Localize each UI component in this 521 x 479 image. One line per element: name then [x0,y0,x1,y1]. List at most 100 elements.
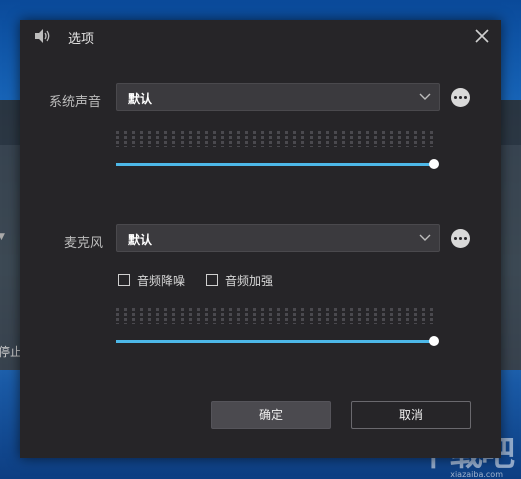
microphone-level-meter [116,308,434,324]
noise-reduction-label: 音频降噪 [137,274,186,288]
meter-segment [357,308,361,324]
meter-segment [204,131,208,147]
background-stop-label: 停止 [0,345,23,359]
microphone-value: 默认 [128,233,153,247]
meter-segment [301,131,305,147]
meter-segment [333,131,337,147]
meter-segment [277,308,281,324]
watermark-url: xiazaiba.com [450,470,503,479]
meter-segment [140,131,144,147]
meter-segment [180,308,184,324]
meter-segment [164,131,168,147]
meter-segment [261,308,265,324]
meter-segment [309,131,313,147]
meter-segment [245,131,248,147]
ok-button[interactable]: 确定 [211,401,331,429]
meter-segment [228,308,232,324]
meter-segment [277,131,281,147]
meter-segment [253,131,257,147]
meter-segment [341,131,345,147]
meter-segment [430,308,434,324]
meter-segment [357,131,361,147]
meter-segment [261,131,265,147]
microphone-label: 麦克风 [64,236,104,251]
meter-segment [236,131,240,147]
meter-segment [398,308,402,324]
slider-handle[interactable] [429,336,439,346]
system-sound-label: 系统声音 [49,95,102,110]
chevron-down-icon [419,93,431,100]
enhance-label: 音频加强 [225,274,274,288]
close-icon[interactable] [472,26,492,46]
meter-segment [156,131,160,147]
slider-fill [116,340,434,343]
meter-segment [148,131,152,147]
speaker-icon [35,29,50,43]
slider-handle[interactable] [429,159,439,169]
meter-segment [188,308,192,324]
meter-segment [285,131,289,147]
meter-segment [390,308,394,324]
meter-segment [349,131,353,147]
meter-segment [212,308,216,324]
meter-segment [382,131,386,147]
meter-segment [293,308,297,324]
meter-segment [164,308,168,324]
meter-segment [406,131,410,147]
meter-segment [269,308,273,324]
slider-fill [116,163,434,166]
meter-segment [172,131,176,147]
meter-segment [365,308,369,324]
meter-segment [156,308,160,324]
meter-segment [414,131,418,147]
meter-segment [374,308,377,324]
microphone-more-button[interactable] [451,229,470,248]
meter-segment [196,308,200,324]
meter-segment [180,131,184,147]
system-sound-more-button[interactable] [451,88,470,107]
meter-segment [196,131,200,147]
checkbox-box[interactable] [206,274,218,286]
background-arrow-icon: ▼ [0,232,5,242]
meter-segment [398,131,402,147]
system-sound-level-meter [116,131,434,147]
meter-segment [430,131,434,147]
chevron-down-icon [419,234,431,241]
meter-segment [148,308,152,324]
meter-segment [293,131,297,147]
meter-segment [390,131,394,147]
meter-segment [253,308,257,324]
microphone-volume-slider[interactable] [116,335,439,347]
meter-segment [172,308,176,324]
meter-segment [269,131,273,147]
microphone-select[interactable]: 默认 [116,224,440,252]
noise-reduction-checkbox[interactable]: 音频降噪 [118,272,188,288]
cancel-button[interactable]: 取消 [351,401,471,429]
meter-segment [349,308,353,324]
meter-segment [309,308,313,324]
checkbox-box[interactable] [118,274,130,286]
meter-segment [317,131,321,147]
enhance-checkbox[interactable]: 音频加强 [206,272,276,288]
meter-segment [140,308,144,324]
meter-segment [325,308,329,324]
meter-segment [220,308,224,324]
system-sound-value: 默认 [128,92,153,106]
system-sound-volume-slider[interactable] [116,158,439,170]
meter-segment [132,131,136,147]
meter-segment [325,131,329,147]
meter-segment [406,308,410,324]
meter-segment [245,308,248,324]
system-sound-select[interactable]: 默认 [116,83,440,111]
meter-segment [204,308,208,324]
meter-segment [422,308,426,324]
meter-segment [116,131,119,147]
meter-segment [188,131,192,147]
meter-segment [301,308,305,324]
meter-segment [116,308,119,324]
meter-segment [285,308,289,324]
meter-segment [365,131,369,147]
dialog-title: 选项 [68,32,95,47]
meter-segment [220,131,224,147]
meter-segment [236,308,240,324]
